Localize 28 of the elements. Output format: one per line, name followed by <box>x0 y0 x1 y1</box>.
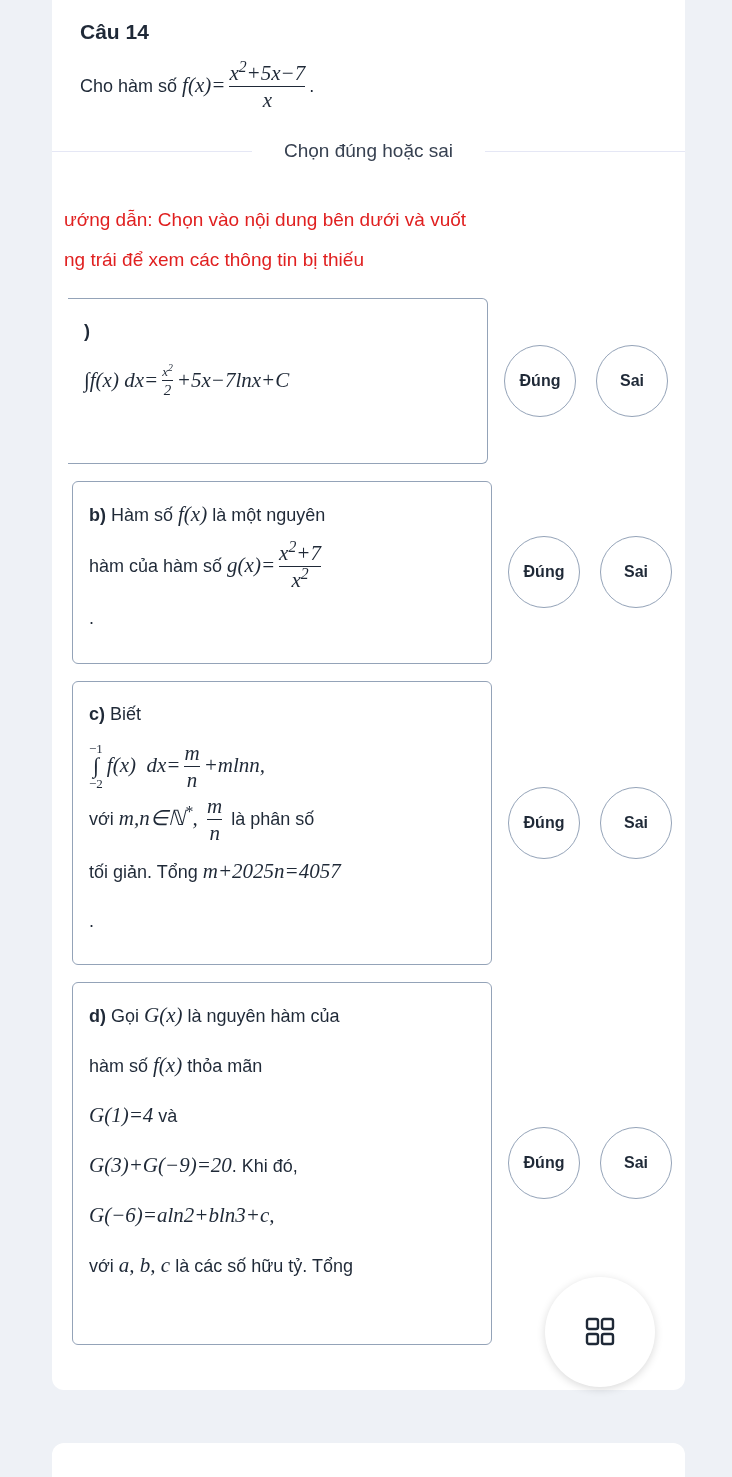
statement-line: hàm của hàm số g(x)= x$^{2}$+7 x$^{2}$ <box>89 539 323 593</box>
statement-box[interactable]: b) Hàm số f(x) là một nguyên hàm của hàm số g(x)= x$^{2}$+7 x$^{2}$ . <box>72 480 492 664</box>
statement-line: ) <box>84 320 91 343</box>
answer-button[interactable]: Sai <box>600 1127 672 1199</box>
answer-button[interactable]: Sai <box>600 786 672 859</box>
answer-button[interactable]: Sai <box>600 536 672 608</box>
statement-line: b) Hàm số f(x) là một nguyên <box>89 500 327 528</box>
answer-button[interactable]: Đúng <box>508 1127 580 1199</box>
answer-button[interactable]: Sai <box>596 344 668 417</box>
grid-icon <box>585 1317 615 1347</box>
statement-line: . <box>89 606 95 630</box>
statement-box[interactable]: d) Gọi G(x) là nguyên hàm của hàm số f(x) thỏa mãn G(1)=4 và G(3)+G(−9)=20. Khi đó, G(−6)=aln2+bln3+c, với a, b, c là các số hữu tỷ. Tổng <box>72 981 492 1345</box>
statement-line: G(1)=4 và <box>89 1101 179 1129</box>
answer-button[interactable]: Đúng <box>504 344 576 417</box>
answer-button[interactable]: Đúng <box>508 536 580 608</box>
instruction-text: ng trái để xem các thông tin bị thiếu <box>64 247 365 272</box>
statement-line: G(3)+G(−9)=20. Khi đó, <box>89 1151 299 1179</box>
instruction-text: ướng dẫn: Chọn vào nội dung bên dưới và vuốt <box>64 207 468 232</box>
statement-line: c) Biết <box>89 703 143 726</box>
statement-line: tối giản. Tổng m+2025n=4057 <box>89 857 343 885</box>
statement-line: với a, b, c là các số hữu tỷ. Tổng <box>89 1251 354 1279</box>
statement-line: hàm số f(x) thỏa mãn <box>89 1051 264 1079</box>
statement-line: G(−6)=aln2+bln3+c, <box>89 1201 276 1229</box>
statement-line: d) Gọi G(x) là nguyên hàm của <box>89 1001 341 1029</box>
answer-button[interactable]: Đúng <box>508 786 580 859</box>
statement-line: . <box>89 910 95 933</box>
question-title: Câu 14 <box>80 19 150 45</box>
section-heading: Chọn đúng hoặc sai <box>283 139 454 163</box>
